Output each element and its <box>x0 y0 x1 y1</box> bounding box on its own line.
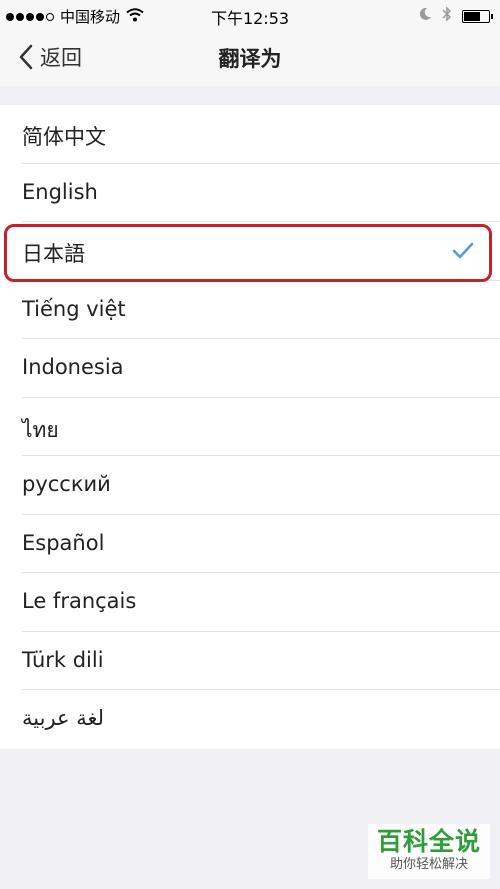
language-label: русский <box>22 472 111 496</box>
language-item[interactable]: 简体中文 <box>0 105 500 164</box>
language-item[interactable]: Tiếng việt <box>0 281 500 340</box>
watermark-subtitle: 助你轻松解决 <box>389 857 468 872</box>
language-label: Türk dili <box>22 647 104 672</box>
language-label: لغة عربية <box>22 706 105 730</box>
status-right <box>418 6 493 26</box>
language-item[interactable]: لغة عربية <box>0 690 500 749</box>
bluetooth-icon <box>442 6 452 26</box>
status-bar: 中国移动 下午12:53 <box>0 0 500 30</box>
language-label: Español <box>22 530 105 555</box>
nav-bar: 返回 翻译为 <box>0 30 500 86</box>
battery-icon <box>462 9 493 23</box>
language-label: 简体中文 <box>22 125 106 149</box>
language-item[interactable]: English <box>0 164 500 223</box>
language-item[interactable]: русский <box>0 456 500 515</box>
language-item[interactable]: Español <box>0 515 500 574</box>
language-label: Tiếng việt <box>22 296 126 321</box>
language-item[interactable]: Le français <box>0 573 500 632</box>
language-label: 日本語 <box>22 242 85 266</box>
language-list: 简体中文 English 日本語 Tiếng việt Indonesia ไท… <box>0 105 500 749</box>
moon-icon <box>418 7 432 25</box>
checkmark-icon <box>452 242 474 264</box>
language-item[interactable]: ไทย <box>0 398 500 457</box>
language-label: ไทย <box>22 417 59 442</box>
page-title: 翻译为 <box>218 47 282 71</box>
language-label: Le français <box>22 589 137 613</box>
language-item[interactable]: Türk dili <box>0 632 500 691</box>
language-item[interactable]: Indonesia <box>0 339 500 398</box>
watermark-logo: 百科全说 助你轻松解决 <box>368 824 490 879</box>
language-label: Indonesia <box>22 355 124 379</box>
language-item-selected[interactable]: 日本語 <box>0 222 500 281</box>
watermark-title: 百科全说 <box>376 827 481 856</box>
language-label: English <box>22 179 98 204</box>
